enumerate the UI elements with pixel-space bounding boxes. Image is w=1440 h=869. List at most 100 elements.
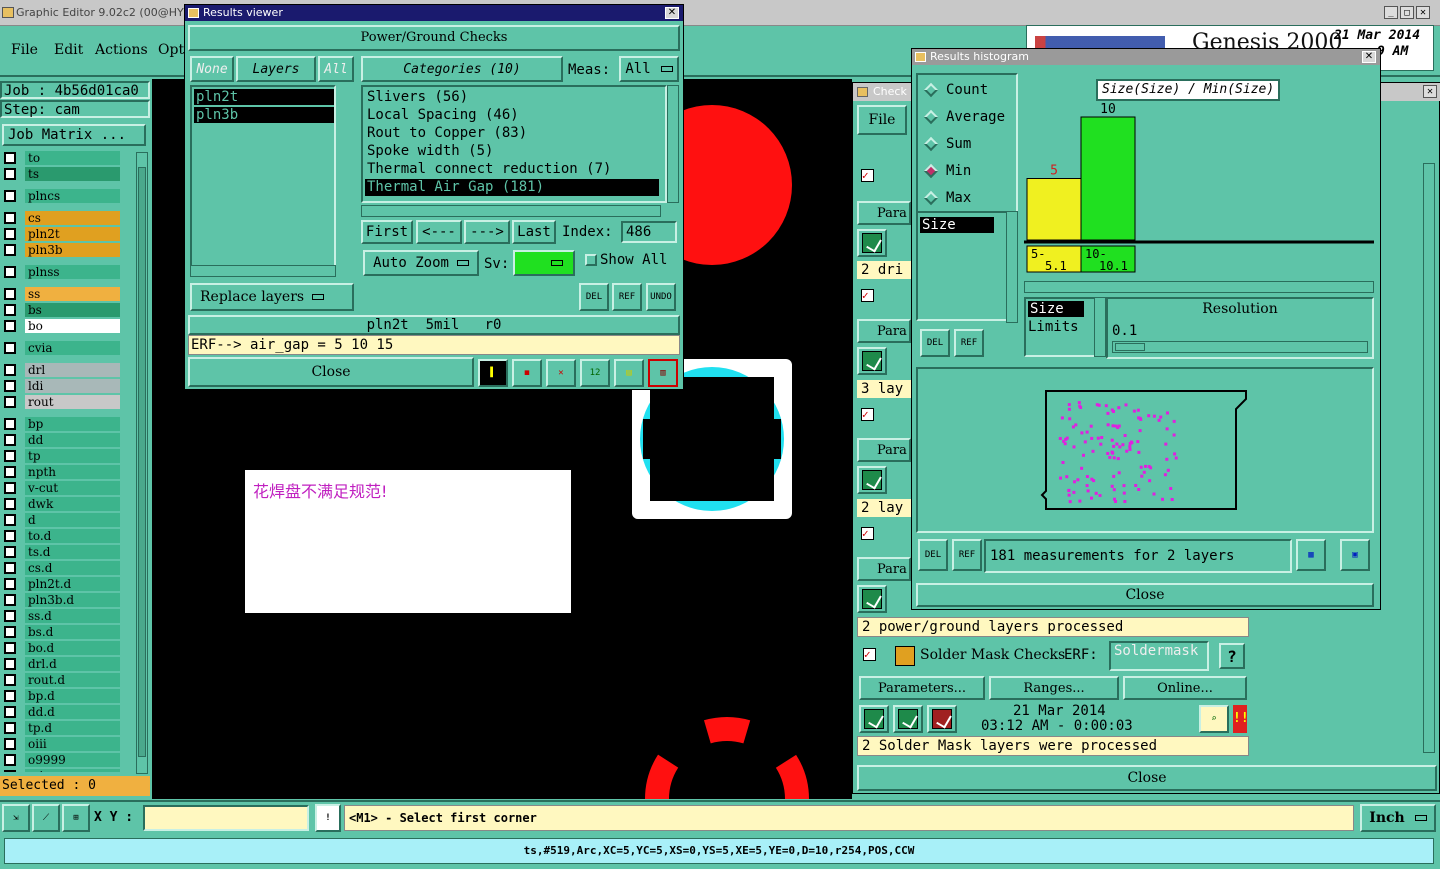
run-icon[interactable]	[857, 347, 887, 375]
mode-radio-average[interactable]: Average	[923, 108, 1005, 126]
sm-ranges-button[interactable]: Ranges...	[989, 676, 1119, 700]
replace-layers-button[interactable]: Replace layers	[190, 283, 354, 311]
highlight-icon[interactable]: ▌	[478, 359, 508, 387]
histogram-hscroll[interactable]	[1024, 281, 1374, 293]
layer-row[interactable]: plncs	[4, 188, 120, 203]
layer-name[interactable]: o9999	[25, 752, 120, 767]
check-close-x[interactable]: ✕	[1423, 85, 1437, 98]
layer-name[interactable]: bp	[25, 416, 120, 431]
para-button[interactable]: Para	[857, 557, 911, 581]
layer-checkbox[interactable]	[4, 721, 16, 734]
layer-row[interactable]: bo	[4, 318, 120, 333]
maximize-button[interactable]: □	[1400, 6, 1414, 19]
index-field[interactable]: 486	[621, 221, 677, 243]
layer-row[interactable]: cs	[4, 210, 120, 225]
layer-row[interactable]: drl.d	[4, 656, 120, 671]
layer-checkbox[interactable]	[4, 481, 16, 494]
layer-row[interactable]: cs.d	[4, 560, 120, 575]
layer-name[interactable]: dd.d	[25, 704, 120, 719]
layer-name[interactable]: pln3b.d	[25, 592, 120, 607]
layout-icon[interactable]: ▣	[1340, 539, 1370, 571]
layer-name[interactable]: mju	[25, 768, 120, 772]
sm-run-icon[interactable]	[859, 705, 889, 733]
layer-row[interactable]: rout.d	[4, 672, 120, 687]
layer-checkbox[interactable]	[4, 513, 16, 526]
layer-row[interactable]: drl	[4, 362, 120, 377]
layer-name[interactable]: bo	[25, 318, 120, 333]
layer-row[interactable]: dwk	[4, 496, 120, 511]
layer-checkbox[interactable]	[4, 497, 16, 510]
sm-help-button[interactable]: ?	[1219, 643, 1245, 669]
menu-file[interactable]: File	[11, 42, 38, 58]
sm-parameters-button[interactable]: Parameters...	[859, 676, 985, 700]
layer-name[interactable]: tp.d	[25, 720, 120, 735]
sv-select[interactable]	[513, 250, 575, 276]
category-item[interactable]: Thermal Air Gap (181)	[365, 179, 659, 196]
layer-scrollbar[interactable]	[136, 152, 148, 774]
layer-name[interactable]: plncs	[25, 188, 120, 203]
check-close-button[interactable]: Close	[857, 765, 1437, 791]
layer-row[interactable]: ts	[4, 166, 120, 181]
sm-checkbox[interactable]: ✓	[863, 648, 876, 661]
run-icon[interactable]	[857, 585, 887, 613]
layer-checkbox[interactable]	[4, 433, 16, 446]
category-vscroll[interactable]	[667, 85, 679, 203]
cross-out-icon[interactable]: ✕	[546, 359, 576, 387]
layer-row[interactable]: pln2t	[4, 226, 120, 241]
layer-name[interactable]: pln2t	[25, 226, 120, 241]
layer-checkbox[interactable]	[4, 769, 16, 772]
category-item[interactable]: Slivers (56)	[365, 89, 659, 106]
layer-row[interactable]: dd	[4, 432, 120, 447]
categories-header-button[interactable]: Categories (10)	[361, 56, 563, 82]
layer-checkbox[interactable]	[4, 227, 16, 240]
layer-checkbox[interactable]	[4, 341, 16, 354]
metric-item[interactable]: Size	[920, 217, 994, 233]
layer-row[interactable]: plnss	[4, 264, 120, 279]
layer-checkbox[interactable]	[4, 319, 16, 332]
layer-checkbox[interactable]	[4, 287, 16, 300]
show-all-checkbox[interactable]	[585, 254, 597, 266]
layer-row[interactable]: pln3b.d	[4, 592, 120, 607]
layer-name[interactable]: ss.d	[25, 608, 120, 623]
layer-name[interactable]: tp	[25, 448, 120, 463]
layer-checkbox[interactable]	[4, 529, 16, 542]
sm-run-all-icon[interactable]	[893, 705, 923, 733]
layer-row[interactable]: tp.d	[4, 720, 120, 735]
layer-name[interactable]: dwk	[25, 496, 120, 511]
layer-row[interactable]: ldi	[4, 378, 120, 393]
alert-button-icon[interactable]: !	[315, 804, 341, 832]
layer-row[interactable]: cvia	[4, 340, 120, 355]
layer-row[interactable]: pln2t.d	[4, 576, 120, 591]
para-button[interactable]: Para	[857, 438, 911, 462]
layer-row[interactable]: bs	[4, 302, 120, 317]
layer-row[interactable]: ts.d	[4, 544, 120, 559]
layer-checkbox[interactable]	[4, 545, 16, 558]
layer-name[interactable]: ts.d	[25, 544, 120, 559]
prev-button[interactable]: <---	[416, 220, 462, 244]
layer-checkbox[interactable]	[4, 395, 16, 408]
layer-checkbox[interactable]	[4, 303, 16, 316]
zoom-icon[interactable]: ⌕	[1199, 705, 1229, 733]
layer-row[interactable]: ss	[4, 286, 120, 301]
select-tool-icon[interactable]: ⇲	[2, 804, 30, 832]
close-main-button[interactable]: ✕	[1416, 6, 1430, 19]
layer-checkbox[interactable]	[4, 167, 16, 180]
histogram-bar[interactable]	[1080, 116, 1136, 241]
layer-checkbox[interactable]	[4, 417, 16, 430]
layer-checkbox[interactable]	[4, 625, 16, 638]
layer-name[interactable]: drl.d	[25, 656, 120, 671]
scatter-ref-button[interactable]: REF	[952, 539, 982, 571]
row-checkbox[interactable]: ✓	[861, 527, 874, 540]
layers-header-button[interactable]: Layers	[236, 56, 316, 82]
layer-row[interactable]: npth	[4, 464, 120, 479]
category-item[interactable]: Rout to Copper (83)	[365, 125, 659, 142]
layer-name[interactable]: bs	[25, 302, 120, 317]
layer-row[interactable]: dd.d	[4, 704, 120, 719]
layers-none-button[interactable]: None	[190, 56, 234, 82]
layers-all-button[interactable]: All	[318, 56, 354, 82]
layer-row[interactable]: oiii	[4, 736, 120, 751]
grid-tool-icon[interactable]: ⊞	[62, 804, 90, 832]
layer-checkbox[interactable]	[4, 211, 16, 224]
number-icon[interactable]: 12	[580, 359, 610, 387]
layer-row[interactable]: pln3b	[4, 242, 120, 257]
